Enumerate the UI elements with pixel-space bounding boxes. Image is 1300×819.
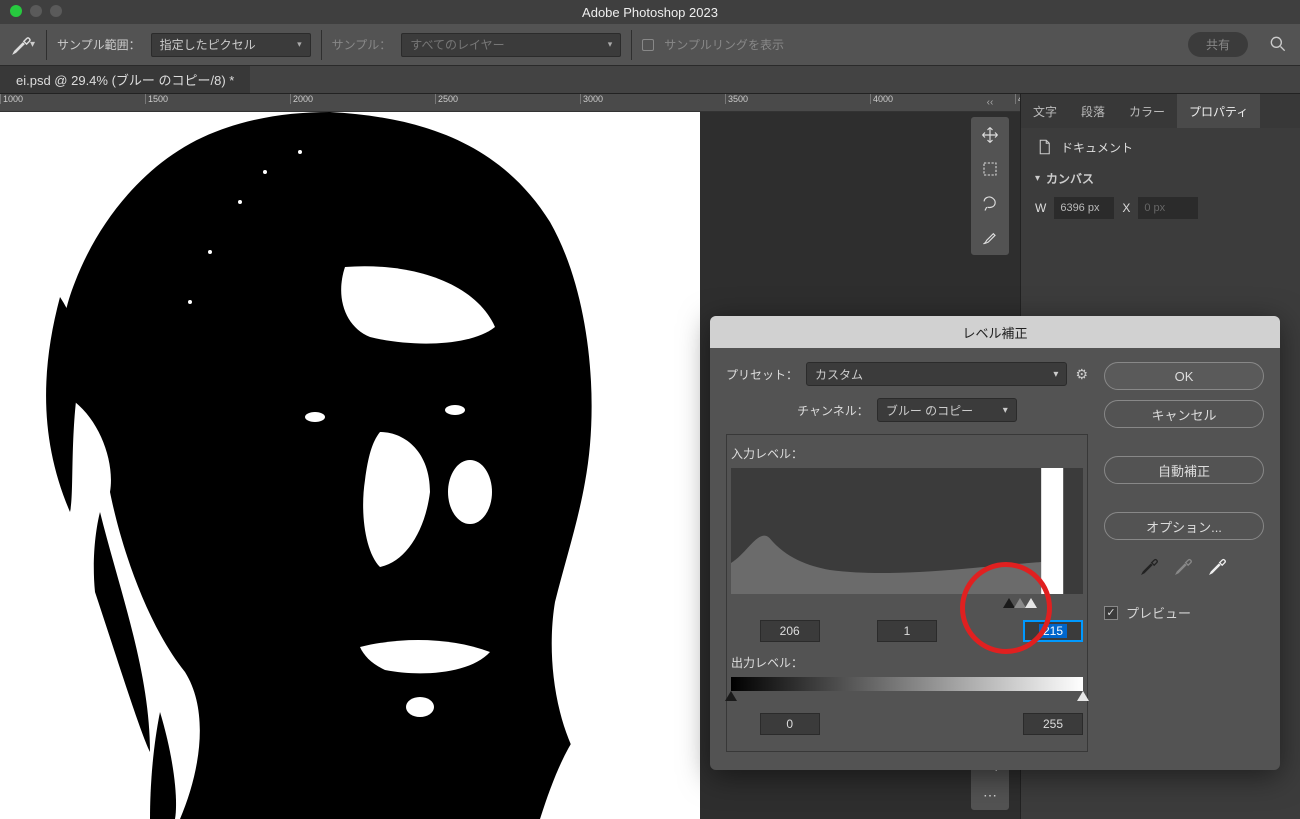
input-gamma-field[interactable]: 1	[877, 620, 937, 642]
white-point-slider[interactable]	[1025, 598, 1037, 608]
tab-paragraph[interactable]: 段落	[1069, 94, 1117, 128]
output-gradient[interactable]	[731, 677, 1083, 691]
title-bar: Adobe Photoshop 2023	[0, 0, 1300, 24]
window-controls[interactable]	[10, 5, 62, 17]
x-field[interactable]: 0 px	[1138, 197, 1198, 219]
sample-dropdown[interactable]: すべてのレイヤー ▾	[401, 33, 621, 57]
properties-doc-header: ドキュメント	[1061, 139, 1133, 156]
preset-dropdown[interactable]: カスタム▾	[806, 362, 1067, 386]
sample-size-dropdown[interactable]: 指定したピクセル ▾	[151, 33, 311, 57]
input-levels-label: 入力レベル：	[731, 445, 1083, 462]
app-title: Adobe Photoshop 2023	[582, 5, 718, 20]
input-black-field[interactable]: 206	[760, 620, 820, 642]
ok-button[interactable]: OK	[1104, 362, 1264, 390]
options-bar: ▾ サンプル範囲： 指定したピクセル ▾ サンプル： すべてのレイヤー ▾ サン…	[0, 24, 1300, 66]
levels-dialog[interactable]: レベル補正 プリセット： カスタム▾ ⚙ チャンネル： ブルー のコピー▾	[710, 316, 1280, 770]
input-slider-track[interactable]	[731, 598, 1083, 614]
contextual-toolbar-top	[970, 116, 1010, 256]
output-slider-track[interactable]	[731, 691, 1083, 707]
input-histogram[interactable]	[731, 468, 1083, 594]
collapse-panels-button[interactable]: ‹‹	[970, 94, 1010, 110]
document-tab-row: ei.psd @ 29.4% (ブルー のコピー/8) *	[0, 66, 1300, 94]
gray-eyedropper-icon[interactable]	[1174, 556, 1194, 579]
sampling-ring-checkbox[interactable]	[642, 39, 654, 51]
close-window-button[interactable]	[10, 5, 22, 17]
width-label: W	[1035, 201, 1046, 215]
preview-checkbox[interactable]: ✓	[1104, 606, 1118, 620]
tab-properties[interactable]: プロパティ	[1177, 94, 1260, 128]
input-white-field[interactable]: 215	[1023, 620, 1083, 642]
output-black-slider[interactable]	[725, 691, 737, 701]
lasso-icon[interactable]	[978, 191, 1002, 215]
options-button[interactable]: オプション...	[1104, 512, 1264, 540]
auto-button[interactable]: 自動補正	[1104, 456, 1264, 484]
tab-color[interactable]: カラー	[1117, 94, 1177, 128]
channel-label: チャンネル：	[797, 402, 869, 419]
move-icon[interactable]	[978, 123, 1002, 147]
document-canvas[interactable]	[0, 112, 700, 819]
zoom-window-button[interactable]	[50, 5, 62, 17]
more-icon[interactable]: ⋯	[983, 787, 997, 804]
output-white-slider[interactable]	[1077, 691, 1089, 701]
width-field[interactable]: 6396 px	[1054, 197, 1114, 219]
white-eyedropper-icon[interactable]	[1208, 556, 1228, 579]
preset-label: プリセット：	[726, 366, 798, 383]
canvas-section-header[interactable]: ▾ カンバス	[1035, 170, 1286, 187]
sample-size-label: サンプル範囲：	[57, 36, 141, 53]
dialog-title[interactable]: レベル補正	[710, 316, 1280, 348]
black-eyedropper-icon[interactable]	[1140, 556, 1160, 579]
work-area: 1000150020002500300035004000450050005500…	[0, 94, 1300, 819]
sample-label: サンプル：	[332, 36, 392, 53]
tab-character[interactable]: 文字	[1021, 94, 1069, 128]
share-button[interactable]: 共有	[1188, 32, 1248, 57]
output-levels-label: 出力レベル：	[731, 654, 1083, 671]
x-label: X	[1122, 201, 1130, 215]
marquee-icon[interactable]	[978, 157, 1002, 181]
search-icon[interactable]	[1268, 34, 1290, 56]
preview-label: プレビュー	[1126, 603, 1191, 622]
channel-dropdown[interactable]: ブルー のコピー▾	[877, 398, 1017, 422]
sampling-ring-label: サンプルリングを表示	[664, 36, 784, 53]
eyedropper-tool-icon[interactable]: ▾	[10, 32, 36, 58]
document-icon	[1035, 138, 1053, 156]
gear-icon[interactable]: ⚙	[1075, 366, 1088, 383]
output-white-field[interactable]: 255	[1023, 713, 1083, 735]
document-tab[interactable]: ei.psd @ 29.4% (ブルー のコピー/8) *	[0, 66, 250, 93]
minimize-window-button[interactable]	[30, 5, 42, 17]
output-black-field[interactable]: 0	[760, 713, 820, 735]
panel-tabs: 文字 段落 カラー プロパティ	[1021, 94, 1300, 128]
cancel-button[interactable]: キャンセル	[1104, 400, 1264, 428]
brush-icon[interactable]	[978, 225, 1002, 249]
